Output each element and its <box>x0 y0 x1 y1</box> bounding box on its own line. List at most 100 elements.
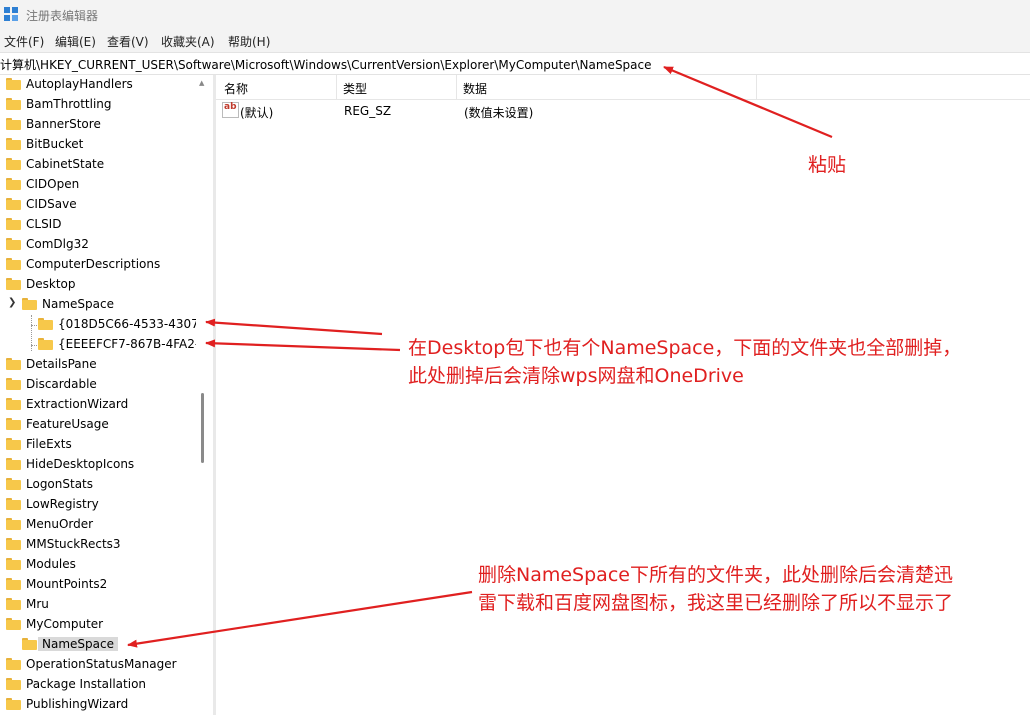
folder-icon <box>6 658 21 670</box>
tree-item-menuorder[interactable]: MenuOrder <box>0 515 196 535</box>
tree-item-publishingwizard[interactable]: PublishingWizard <box>0 695 196 715</box>
tree-item-hidedesktopicons[interactable]: HideDesktopIcons <box>0 455 196 475</box>
tree-item-cidopen[interactable]: CIDOpen <box>0 175 196 195</box>
tree-item-label: NameSpace <box>42 297 114 311</box>
tree-item-logonstats[interactable]: LogonStats <box>0 475 196 495</box>
folder-icon <box>6 558 21 570</box>
tree-item-mycomputer[interactable]: MyComputer <box>0 615 196 635</box>
tree-item-mycomputer-namespace[interactable]: NameSpace <box>0 635 196 655</box>
tree-item-clsid[interactable]: CLSID <box>0 215 196 235</box>
tree-item-computerdescriptions[interactable]: ComputerDescriptions <box>0 255 196 275</box>
menu-file[interactable]: 文件(F) <box>4 33 44 50</box>
folder-icon <box>6 418 21 430</box>
tree-item-mountpoints2[interactable]: MountPoints2 <box>0 575 196 595</box>
tree-item-label: {EEEEFCF7-867B-4FA2-9 <box>58 337 196 351</box>
tree-item-detailspane[interactable]: DetailsPane <box>0 355 196 375</box>
ab-string-icon: ab <box>222 102 239 118</box>
folder-icon <box>6 598 21 610</box>
folder-icon <box>6 538 21 550</box>
folder-icon <box>6 218 21 230</box>
registry-tree: AutoplayHandlers BamThrottling BannerSto… <box>0 75 196 715</box>
tree-item-discardable[interactable]: Discardable <box>0 375 196 395</box>
folder-icon <box>22 638 37 650</box>
tree-item-package-installation[interactable]: Package Installation <box>0 675 196 695</box>
column-separator[interactable] <box>336 75 337 99</box>
tree-item-label: ComDlg32 <box>26 237 89 251</box>
value-row-default[interactable]: ab (默认) REG_SZ (数值未设置) <box>216 99 1030 121</box>
column-data-header[interactable]: 数据 <box>463 80 487 97</box>
tree-item-desktop[interactable]: Desktop <box>0 275 196 295</box>
tree-item-fileexts[interactable]: FileExts <box>0 435 196 455</box>
tree-item-label: MountPoints2 <box>26 577 108 591</box>
address-path[interactable]: 计算机\HKEY_CURRENT_USER\Software\Microsoft… <box>0 56 652 73</box>
tree-item-operationstatusmanager[interactable]: OperationStatusManager <box>0 655 196 675</box>
column-type-header[interactable]: 类型 <box>343 80 367 97</box>
tree-item-desktop-namespace[interactable]: ❯ NameSpace <box>0 295 196 315</box>
tree-item-label: LogonStats <box>26 477 94 491</box>
folder-icon <box>6 98 21 110</box>
tree-item-lowregistry[interactable]: LowRegistry <box>0 495 196 515</box>
tree-item-label: MenuOrder <box>26 517 94 531</box>
tree-item-label: DetailsPane <box>26 357 97 371</box>
menu-view[interactable]: 查看(V) <box>107 33 149 50</box>
tree-item-label: OperationStatusManager <box>26 657 177 671</box>
tree-item-label: CabinetState <box>26 157 105 171</box>
folder-icon <box>6 498 21 510</box>
folder-icon <box>6 518 21 530</box>
annotation-paste: 粘贴 <box>808 154 847 176</box>
tree-item-label: Package Installation <box>26 677 147 691</box>
folder-icon <box>6 358 21 370</box>
tree-item-namespace-guid-2[interactable]: {EEEEFCF7-867B-4FA2-9 <box>0 335 196 355</box>
folder-icon <box>6 618 21 630</box>
address-bar[interactable]: 计算机\HKEY_CURRENT_USER\Software\Microsoft… <box>0 52 1030 75</box>
window-title: 注册表编辑器 <box>26 9 99 23</box>
folder-icon <box>6 138 21 150</box>
tree-item-cabinetstate[interactable]: CabinetState <box>0 155 196 175</box>
tree-item-label: CIDSave <box>26 197 77 211</box>
folder-icon <box>6 378 21 390</box>
tree-item-bamthrottling[interactable]: BamThrottling <box>0 95 196 115</box>
annotation-mycomputer-line1: 删除NameSpace下所有的文件夹，此处删除后会清楚迅 <box>478 564 953 586</box>
tree-item-extractionwizard[interactable]: ExtractionWizard <box>0 395 196 415</box>
tree-item-mru[interactable]: Mru <box>0 595 196 615</box>
tree-item-label: Desktop <box>26 277 76 291</box>
folder-icon <box>6 578 21 590</box>
tree-item-mmstuckrects3[interactable]: MMStuckRects3 <box>0 535 196 555</box>
annotation-desktop-line1: 在Desktop包下也有个NameSpace，下面的文件夹也全部删掉， <box>408 337 962 359</box>
tree-item-cidsave[interactable]: CIDSave <box>0 195 196 215</box>
tree-item-bitbucket[interactable]: BitBucket <box>0 135 196 155</box>
menu-edit[interactable]: 编辑(E) <box>55 33 96 50</box>
folder-icon <box>6 158 21 170</box>
value-list: 名称 类型 数据 ab (默认) REG_SZ (数值未设置) <box>216 75 1030 715</box>
folder-icon <box>6 678 21 690</box>
column-name-header[interactable]: 名称 <box>224 80 248 97</box>
chevron-down-icon[interactable]: ❯ <box>8 297 16 308</box>
value-name: (默认) <box>240 106 274 120</box>
tree-item-label: BitBucket <box>26 137 84 151</box>
tree-item-autoplayhandlers[interactable]: AutoplayHandlers <box>0 75 196 95</box>
tree-scrollbar[interactable]: ▲ <box>196 75 210 715</box>
tree-item-namespace-guid-1[interactable]: {018D5C66-4533-4307- <box>0 315 196 335</box>
tree-item-bannerstore[interactable]: BannerStore <box>0 115 196 135</box>
menu-favorites[interactable]: 收藏夹(A) <box>161 33 215 50</box>
folder-icon <box>38 338 53 350</box>
tree-item-label: Discardable <box>26 377 97 391</box>
folder-icon <box>6 258 21 270</box>
folder-icon <box>6 698 21 710</box>
scroll-up-arrow-icon[interactable]: ▲ <box>199 79 204 87</box>
folder-icon <box>6 198 21 210</box>
tree-item-modules[interactable]: Modules <box>0 555 196 575</box>
tree-item-label: HideDesktopIcons <box>26 457 135 471</box>
folder-icon <box>6 458 21 470</box>
tree-item-comdlg32[interactable]: ComDlg32 <box>0 235 196 255</box>
column-separator[interactable] <box>456 75 457 99</box>
value-type: REG_SZ <box>344 104 392 118</box>
folder-icon <box>6 278 21 290</box>
tree-item-label: PublishingWizard <box>26 697 129 711</box>
tree-item-label: CIDOpen <box>26 177 80 191</box>
annotation-mycomputer-line2: 雷下载和百度网盘图标，我这里已经删除了所以不显示了 <box>478 592 954 614</box>
menu-help[interactable]: 帮助(H) <box>228 33 270 50</box>
scroll-thumb[interactable] <box>201 393 204 463</box>
column-separator[interactable] <box>756 75 757 99</box>
tree-item-featureusage[interactable]: FeatureUsage <box>0 415 196 435</box>
